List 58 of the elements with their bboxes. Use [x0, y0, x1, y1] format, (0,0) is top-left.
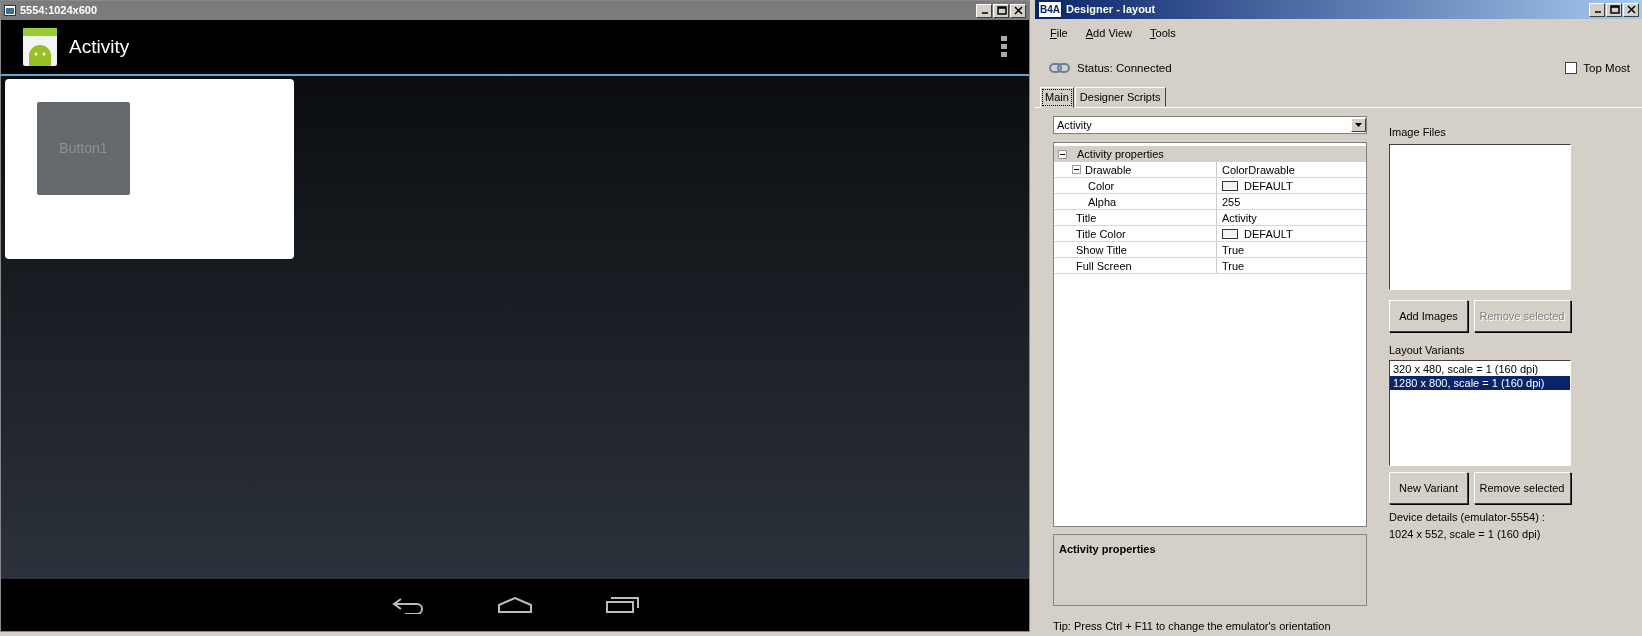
color-swatch	[1222, 180, 1238, 191]
window-icon	[4, 5, 16, 16]
close-icon[interactable]	[1010, 3, 1026, 18]
button[interactable]: New Variant	[1389, 472, 1468, 505]
app-logo: B4A	[1038, 1, 1062, 18]
collapse-toggle-icon[interactable]	[1058, 149, 1067, 159]
caret-icon	[1355, 123, 1362, 128]
property-name: Title Color	[1076, 226, 1126, 242]
property-name: Full Screen	[1076, 258, 1132, 274]
back-icon[interactable]	[391, 596, 425, 614]
button[interactable]: Remove selected	[1473, 472, 1571, 505]
button[interactable]: Add Images	[1389, 299, 1468, 332]
collapse-toggle-icon[interactable]	[1072, 165, 1081, 175]
activity-title: Activity	[69, 34, 130, 59]
property-name: Show Title	[1076, 242, 1127, 258]
property-value: True	[1222, 258, 1245, 274]
maximize-icon[interactable]	[1606, 2, 1622, 17]
object-dropdown[interactable]: Activity	[1053, 116, 1367, 135]
property-name: Alpha	[1088, 194, 1117, 210]
minimize-icon[interactable]	[1589, 2, 1605, 17]
overflow-menu-icon[interactable]	[1001, 36, 1007, 58]
tab[interactable]: Designer Scripts	[1074, 86, 1166, 108]
tab[interactable]: Main	[1040, 86, 1074, 109]
property-value: Activity	[1222, 210, 1257, 226]
property-value: DEFAULT	[1244, 178, 1293, 194]
category-label: Activity properties	[1077, 147, 1164, 162]
color-swatch	[1222, 228, 1238, 239]
description-title: Activity properties	[1059, 543, 1156, 556]
property-value: 255	[1222, 194, 1241, 210]
recent-apps-icon[interactable]	[605, 597, 639, 613]
window-title: 5554:1024x600	[20, 3, 98, 19]
device-details-text: Device details (emulator-5554) :	[1389, 510, 1546, 526]
connection-status: Status: Connected	[1077, 60, 1172, 76]
tip-text: Tip: Press Ctrl + F11 to change the emulator's orientation	[1053, 619, 1332, 635]
checkbox-label: Top Most	[1583, 60, 1630, 76]
property-value: ColorDrawable	[1222, 162, 1295, 178]
dropdown-value: Activity	[1057, 118, 1092, 133]
list-item[interactable]: 1280 x 800, scale = 1 (160 dpi)	[1390, 376, 1570, 391]
list-item[interactable]: 320 x 480, scale = 1 (160 dpi)	[1390, 362, 1570, 377]
menu-item[interactable]: File	[1041, 25, 1077, 42]
android-logo-icon	[23, 28, 57, 66]
menu-item[interactable]: Add View	[1076, 25, 1142, 42]
property-name: Drawable	[1085, 162, 1132, 178]
link-icon	[1049, 63, 1071, 74]
property-name: Color	[1088, 178, 1115, 194]
property-value: True	[1222, 242, 1245, 258]
menu-item[interactable]: Tools	[1141, 25, 1185, 42]
home-icon[interactable]	[497, 597, 533, 613]
section-label: Layout Variants	[1389, 342, 1466, 358]
property-value: DEFAULT	[1244, 226, 1293, 242]
top-most-checkbox[interactable]	[1565, 62, 1578, 75]
close-icon[interactable]	[1623, 2, 1639, 17]
section-label: Image Files	[1389, 125, 1447, 141]
window-title: Designer - layout	[1066, 2, 1156, 18]
device-details-text: 1024 x 552, scale = 1 (160 dpi)	[1389, 526, 1542, 542]
maximize-icon[interactable]	[993, 3, 1009, 18]
property-name: Title	[1076, 210, 1097, 226]
minimize-icon[interactable]	[976, 3, 992, 18]
